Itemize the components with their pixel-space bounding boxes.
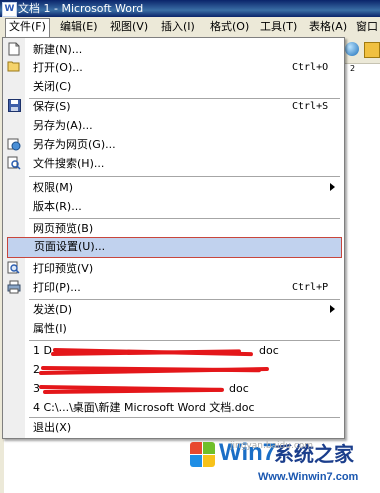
menu-item-label: 打开(O)... (33, 61, 83, 74)
menu-item-open[interactable]: 打开(O)... Ctrl+O (3, 58, 344, 77)
menu-item-label: 版本(R)... (33, 200, 82, 213)
new-document-icon (7, 42, 21, 56)
window-title: 文档 1 - Microsoft Word (18, 2, 144, 15)
menu-insert[interactable]: 插入(I) (158, 19, 198, 35)
menu-item-close[interactable]: 关闭(C) (3, 77, 344, 96)
open-folder-icon (7, 60, 21, 74)
menu-item-label: 退出(X) (33, 421, 72, 434)
menu-item-label: 文件搜索(H)... (33, 157, 105, 170)
word-app-icon[interactable]: W (2, 2, 17, 17)
title-bar: W 文档 1 - Microsoft Word (0, 0, 380, 17)
menu-item-label: 2 (33, 363, 40, 376)
menu-item-print[interactable]: 打印(P)... Ctrl+P (3, 278, 344, 297)
recent-file-suffix: doc (229, 382, 249, 395)
menu-item-save-as-web[interactable]: 另存为网页(G)... (3, 135, 344, 154)
menu-separator (29, 176, 340, 177)
menu-item-print-preview[interactable]: 打印预览(V) (3, 259, 344, 278)
menu-window[interactable]: 窗口 (353, 19, 380, 35)
windows-flag-icon (190, 442, 216, 468)
submenu-arrow-icon (330, 305, 335, 313)
menu-item-shortcut: Ctrl+O (292, 62, 329, 73)
menu-item-label: 另存为(A)... (33, 119, 93, 132)
menu-item-exit[interactable]: 退出(X) (3, 418, 344, 437)
menu-item-page-setup[interactable]: 页面设置(U)... (7, 237, 342, 258)
menu-item-properties[interactable]: 属性(I) (3, 319, 344, 338)
menu-item-label: 新建(N)... (33, 43, 83, 56)
save-disk-icon (7, 99, 21, 113)
menu-item-file-search[interactable]: 文件搜索(H)... (3, 154, 344, 173)
menu-item-label: 页面设置(U)... (34, 240, 106, 253)
menu-edit[interactable]: 编辑(E) (57, 19, 101, 35)
watermark-text: jingyan.baidu.com (230, 441, 314, 451)
menu-item-shortcut: Ctrl+S (292, 101, 329, 112)
save-as-web-icon (7, 137, 21, 151)
file-menu: 新建(N)... 打开(O)... Ctrl+O 关闭(C) 保存(S) Ctr… (2, 37, 345, 439)
site-url: Www.Winwin7.com (258, 471, 359, 483)
menu-item-label: 4 C:\...\桌面\新建 Microsoft Word 文档.doc (33, 401, 255, 414)
menu-item-label: 打印预览(V) (33, 262, 94, 275)
menu-item-web-preview[interactable]: 网页预览(B) (3, 219, 344, 238)
file-search-icon (7, 156, 21, 170)
ruler-marker: 2 (350, 64, 356, 73)
menu-item-label: 打印(P)... (33, 281, 81, 294)
menu-item-label: 权限(M) (33, 181, 74, 194)
print-preview-icon (7, 261, 21, 275)
menu-item-versions[interactable]: 版本(R)... (3, 197, 344, 216)
menu-item-label: 发送(D) (33, 303, 73, 316)
menu-bar: 文件(F) 编辑(E) 视图(V) 插入(I) 格式(O) 工具(T) 表格(A… (0, 17, 380, 38)
menu-table[interactable]: 表格(A) (306, 19, 350, 35)
recent-file-suffix: doc (259, 344, 279, 357)
menu-item-label: 保存(S) (33, 100, 71, 113)
menu-item-label: 另存为网页(G)... (33, 138, 116, 151)
menu-item-send[interactable]: 发送(D) (3, 300, 344, 319)
document-area[interactable] (340, 76, 380, 493)
menu-tools[interactable]: 工具(T) (257, 19, 300, 35)
menu-item-save[interactable]: 保存(S) Ctrl+S (3, 97, 344, 116)
menu-item-save-as[interactable]: 另存为(A)... (3, 116, 344, 135)
menu-item-recent-4[interactable]: 4 C:\...\桌面\新建 Microsoft Word 文档.doc (3, 398, 344, 417)
menu-item-new[interactable]: 新建(N)... (3, 40, 344, 59)
printer-icon (7, 280, 21, 294)
menu-item-permissions[interactable]: 权限(M) (3, 178, 344, 197)
menu-item-label: 网页预览(B) (33, 222, 94, 235)
menu-file[interactable]: 文件(F) (5, 18, 50, 37)
toolbar-button-icon[interactable] (364, 42, 380, 58)
menu-item-label: 关闭(C) (33, 80, 72, 93)
menu-item-label: 属性(I) (33, 322, 67, 335)
toolbar (340, 37, 380, 64)
menu-item-shortcut: Ctrl+P (292, 282, 329, 293)
globe-icon[interactable] (345, 42, 359, 56)
menu-format[interactable]: 格式(O) (207, 19, 252, 35)
submenu-arrow-icon (330, 183, 335, 191)
menu-view[interactable]: 视图(V) (107, 19, 151, 35)
